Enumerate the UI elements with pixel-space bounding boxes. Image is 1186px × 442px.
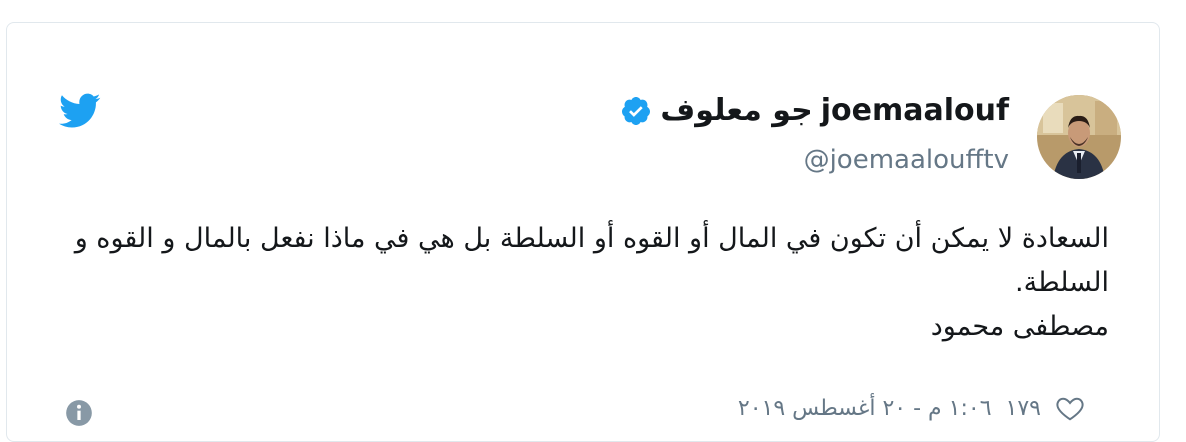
like-count: ١٧٩ [1005, 395, 1041, 421]
tweet-footer: ١:٠٦ م - ٢٠ أغسطس ٢٠١٩ ١٧٩ [738, 393, 1085, 423]
account-name-row[interactable]: جو معلوف joemaalouf [620, 93, 1009, 128]
twitter-bird-icon[interactable] [59, 93, 101, 129]
tweet-text-line: السلطة. [1015, 267, 1109, 298]
avatar[interactable] [1037, 95, 1121, 179]
account-handle[interactable]: @joemaaloufftv [804, 145, 1009, 175]
display-name: جو معلوف [660, 93, 813, 128]
avatar-photo [1037, 95, 1121, 179]
tweet-text-line: مصطفى محمود [930, 311, 1109, 342]
tweet-text: السعادة لا يمكن أن تكون في المال أو القو… [29, 217, 1109, 349]
verified-badge-icon [622, 96, 651, 125]
username: joemaalouf [820, 93, 1009, 128]
tweet-card: جو معلوف joemaalouf @joemaaloufftv السعا… [6, 22, 1160, 442]
timestamp[interactable]: ١:٠٦ م - ٢٠ أغسطس ٢٠١٩ [738, 396, 992, 421]
heart-icon[interactable] [1055, 393, 1085, 423]
tweet-text-line: السعادة لا يمكن أن تكون في المال أو القو… [74, 223, 1109, 254]
